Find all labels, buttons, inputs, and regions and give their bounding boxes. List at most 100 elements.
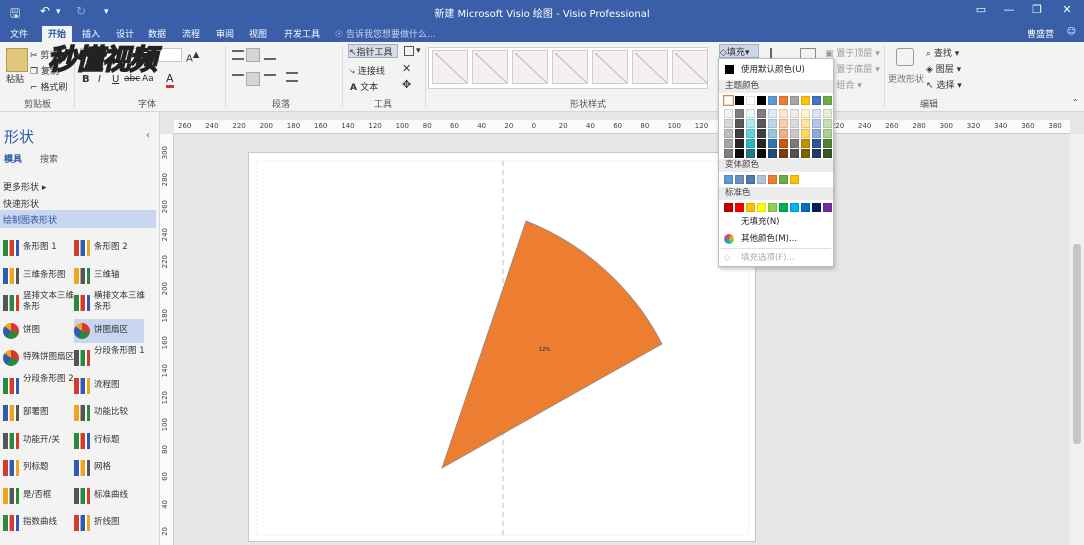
theme-color-swatch[interactable]	[812, 96, 821, 105]
theme-shade-swatch[interactable]	[801, 109, 810, 118]
variant-color-swatch[interactable]	[779, 175, 788, 184]
theme-shade-swatch[interactable]	[768, 149, 777, 158]
change-shape-icon[interactable]	[896, 48, 914, 66]
theme-shade-swatch[interactable]	[779, 129, 788, 138]
tab-review[interactable]: 审阅	[210, 26, 240, 42]
theme-shade-swatch[interactable]	[735, 129, 744, 138]
font-size-box[interactable]	[158, 48, 182, 62]
theme-shade-swatch[interactable]	[823, 109, 832, 118]
standard-color-swatch[interactable]	[812, 203, 821, 212]
variant-color-swatch[interactable]	[768, 175, 777, 184]
tab-developer[interactable]: 开发工具	[278, 26, 326, 42]
shape-item[interactable]: 列标题	[3, 456, 73, 480]
shape-style-swatch[interactable]	[672, 50, 708, 84]
theme-shade-swatch[interactable]	[823, 139, 832, 148]
grow-font-button[interactable]: A▲	[186, 49, 199, 64]
theme-shade-swatch[interactable]	[812, 109, 821, 118]
default-color-item[interactable]: 使用默认颜色(U)	[719, 62, 833, 78]
tab-view[interactable]: 视图	[243, 26, 273, 42]
theme-shade-swatch[interactable]	[735, 109, 744, 118]
shape-item[interactable]: 部署图	[3, 401, 73, 425]
more-colors-item[interactable]: 其他颜色(M)...	[719, 231, 833, 247]
shape-item[interactable]: 饼图	[3, 319, 73, 343]
theme-shade-swatch[interactable]	[801, 139, 810, 148]
shape-item[interactable]: 指数曲线	[3, 511, 73, 535]
standard-color-swatch[interactable]	[735, 203, 744, 212]
pie-sector-shape[interactable]	[441, 220, 663, 469]
theme-shade-swatch[interactable]	[812, 149, 821, 158]
find-button[interactable]: ⌕ 查找 ▾	[926, 46, 959, 59]
theme-shade-swatch[interactable]	[768, 109, 777, 118]
theme-shade-swatch[interactable]	[724, 109, 733, 118]
theme-color-swatch[interactable]	[735, 96, 744, 105]
pointer-tool-button[interactable]: ↖指针工具	[348, 44, 398, 58]
theme-shade-swatch[interactable]	[746, 139, 755, 148]
theme-shade-swatch[interactable]	[724, 129, 733, 138]
shape-item[interactable]: 功能开/关	[3, 429, 73, 453]
shape-item[interactable]: 条形图 1	[3, 236, 73, 260]
select-button[interactable]: ↖ 选择 ▾	[926, 78, 962, 91]
share-icon[interactable]: ☺	[1067, 27, 1076, 37]
theme-shade-swatch[interactable]	[768, 139, 777, 148]
quick-shapes-link[interactable]: 快速形状	[3, 197, 39, 210]
theme-shade-swatch[interactable]	[790, 109, 799, 118]
theme-color-swatch[interactable]	[757, 96, 766, 105]
theme-shade-swatch[interactable]	[779, 139, 788, 148]
theme-shade-swatch[interactable]	[757, 139, 766, 148]
shape-item[interactable]: 三维条形图	[3, 264, 73, 288]
standard-color-swatch[interactable]	[768, 203, 777, 212]
tell-me-box[interactable]: ☉ 告诉我您想要做什么...	[335, 27, 436, 40]
paste-button[interactable]: 粘贴	[6, 72, 24, 85]
variant-color-swatch[interactable]	[724, 175, 733, 184]
connector-tool-button[interactable]: ⤷ 连接线	[350, 64, 385, 77]
variant-color-swatch[interactable]	[735, 175, 744, 184]
theme-shade-swatch[interactable]	[746, 109, 755, 118]
standard-color-swatch[interactable]	[757, 203, 766, 212]
font-color-button[interactable]: A	[166, 72, 174, 88]
tab-file[interactable]: 文件	[4, 26, 34, 42]
theme-shade-swatch[interactable]	[779, 109, 788, 118]
theme-shade-swatch[interactable]	[724, 149, 733, 158]
shape-tools-dropdown-icon[interactable]: ▾	[416, 46, 421, 56]
theme-shade-swatch[interactable]	[735, 149, 744, 158]
shape-style-swatch[interactable]	[472, 50, 508, 84]
paste-icon[interactable]	[6, 48, 28, 72]
theme-shade-swatch[interactable]	[801, 129, 810, 138]
collapse-ribbon-icon[interactable]: ⌃	[1072, 98, 1079, 107]
standard-color-swatch[interactable]	[823, 203, 832, 212]
align-bottom-icon[interactable]	[264, 50, 276, 60]
standard-color-swatch[interactable]	[724, 203, 733, 212]
theme-shade-swatch[interactable]	[790, 139, 799, 148]
standard-color-swatch[interactable]	[746, 203, 755, 212]
shape-item[interactable]: 功能比较	[74, 401, 144, 425]
shape-style-swatch[interactable]	[552, 50, 588, 84]
variant-color-swatch[interactable]	[790, 175, 799, 184]
align-right-icon[interactable]	[264, 74, 276, 84]
theme-shade-swatch[interactable]	[812, 139, 821, 148]
theme-shade-swatch[interactable]	[735, 119, 744, 128]
standard-color-swatch[interactable]	[779, 203, 788, 212]
theme-color-swatch[interactable]	[779, 96, 788, 105]
standard-color-swatch[interactable]	[801, 203, 810, 212]
align-top-icon[interactable]	[232, 50, 244, 60]
theme-shade-swatch[interactable]	[779, 149, 788, 158]
tab-search[interactable]: 搜索	[40, 152, 58, 165]
shape-item[interactable]: 三维轴	[74, 264, 144, 288]
variant-color-swatch[interactable]	[746, 175, 755, 184]
tab-stencils[interactable]: 模具	[4, 152, 22, 165]
no-fill-item[interactable]: 无填充(N)	[719, 214, 833, 230]
restore-button[interactable]: ❐	[1024, 3, 1050, 21]
theme-shade-swatch[interactable]	[757, 149, 766, 158]
user-name[interactable]: 曹盛营	[1027, 27, 1054, 40]
close-button[interactable]: ✕	[1054, 3, 1080, 21]
shape-item[interactable]: 横排文本三维条形	[74, 291, 145, 315]
theme-shade-swatch[interactable]	[746, 149, 755, 158]
vertical-scrollbar[interactable]	[1070, 134, 1084, 545]
close-x-icon[interactable]: ✕	[402, 62, 411, 75]
tab-process[interactable]: 流程	[176, 26, 206, 42]
shape-item[interactable]: 分段条形图 1	[74, 346, 145, 370]
theme-color-swatch[interactable]	[790, 96, 799, 105]
minimize-button[interactable]: —	[996, 3, 1022, 21]
theme-color-swatch[interactable]	[746, 96, 755, 105]
connection-point-icon[interactable]: ✥	[402, 78, 411, 91]
